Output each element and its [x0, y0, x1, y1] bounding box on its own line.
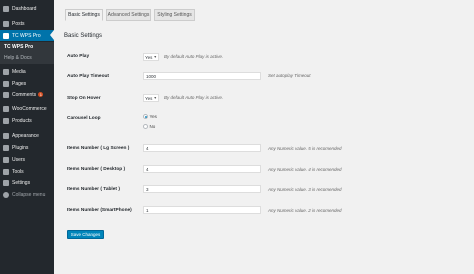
carousel-loop-yes-option[interactable]: Yes	[143, 114, 157, 119]
sidebar-item-comments[interactable]: Comments 1	[0, 89, 54, 100]
items-desktop-hint: Any Numeric value. 4 is recomended	[268, 167, 342, 172]
sidebar-item-products[interactable]: Products	[0, 115, 54, 126]
auto-play-timeout-label: Auto Play Timeout	[67, 74, 110, 79]
sidebar-item-users[interactable]: Users	[0, 154, 54, 165]
admin-sidebar: Dashboard Posts TC WPS Pro TC WPS Pro He…	[0, 0, 54, 274]
sidebar-item-woocommerce[interactable]: WooCommerce	[0, 103, 54, 114]
save-changes-button[interactable]: Save Changes	[67, 230, 104, 239]
carousel-loop-no-option[interactable]: No	[143, 124, 155, 129]
submenu-item-tc-wps-pro[interactable]: TC WPS Pro	[4, 44, 33, 50]
auto-play-timeout-input[interactable]: 1000	[143, 72, 261, 80]
sidebar-item-settings[interactable]: Settings	[0, 177, 54, 188]
stop-on-hover-label: Stop On Hover	[67, 96, 101, 101]
sidebar-item-pages[interactable]: Pages	[0, 78, 54, 89]
plugin-icon	[3, 144, 9, 151]
sidebar-item-media[interactable]: Media	[0, 66, 54, 77]
sidebar-item-tc-wps-pro[interactable]: TC WPS Pro	[0, 30, 54, 41]
media-icon	[3, 68, 9, 75]
items-desktop-label: Items Number ( Desktop )	[67, 167, 126, 172]
comment-icon	[3, 91, 9, 98]
collapse-menu-button[interactable]: Collapse menu	[0, 189, 54, 200]
paintbrush-icon	[3, 132, 9, 139]
tab-basic-settings[interactable]: Basic Settings	[65, 9, 103, 21]
items-lg-screen-input[interactable]: 4	[143, 144, 261, 152]
slider-icon	[3, 32, 9, 39]
auto-play-hint: By default Auto Play is active.	[164, 54, 224, 59]
product-icon	[3, 117, 9, 124]
auto-play-label: Auto Play	[67, 54, 90, 59]
chevron-down-icon: ▼	[153, 55, 157, 59]
tab-advanced-settings[interactable]: Advanced Settings	[106, 9, 151, 21]
dashboard-icon	[3, 5, 9, 12]
collapse-icon	[3, 191, 9, 198]
items-tablet-input[interactable]: 3	[143, 185, 261, 193]
sidebar-item-appearance[interactable]: Appearance	[0, 130, 54, 141]
sidebar-item-plugins[interactable]: Plugins	[0, 142, 54, 153]
submenu-item-help-docs[interactable]: Help & Docs	[4, 55, 32, 61]
pushpin-icon	[3, 20, 9, 27]
radio-no[interactable]	[143, 124, 148, 129]
items-smartphone-hint: Any Numeric value. 2 is recomended	[268, 208, 342, 213]
sidebar-item-posts[interactable]: Posts	[0, 18, 54, 29]
sidebar-item-tools[interactable]: Tools	[0, 166, 54, 177]
stop-on-hover-select[interactable]: Yes ▼	[143, 94, 159, 102]
section-title: Basic Settings	[64, 33, 103, 39]
items-lg-screen-hint: Any Numeric value. 5 is recomended	[268, 146, 342, 151]
woocommerce-icon	[3, 105, 9, 112]
current-menu-arrow	[50, 30, 54, 40]
radio-yes[interactable]	[143, 114, 148, 119]
radio-selected-dot	[144, 115, 147, 118]
sidebar-item-dashboard[interactable]: Dashboard	[0, 3, 54, 14]
items-tablet-hint: Any Numeric value. 3 is recomended	[268, 187, 342, 192]
page-icon	[3, 80, 9, 87]
items-desktop-input[interactable]: 4	[143, 165, 261, 173]
auto-play-select[interactable]: Yes ▼	[143, 53, 159, 61]
chevron-down-icon: ▼	[153, 96, 157, 100]
carousel-loop-label: Carousel Loop	[67, 116, 101, 121]
items-tablet-label: Items Number ( Tablet )	[67, 187, 120, 192]
items-lg-screen-label: Items Number ( Lg Screen )	[67, 146, 130, 151]
tab-styling-settings[interactable]: Styling Settings	[154, 9, 195, 21]
footer-area	[54, 263, 474, 274]
wrench-icon	[3, 168, 9, 175]
user-icon	[3, 156, 9, 163]
comments-count-badge: 1	[38, 92, 44, 97]
settings-icon	[3, 179, 9, 186]
items-smartphone-input[interactable]: 1	[143, 206, 261, 214]
stop-on-hover-hint: By default Auto Play is active.	[164, 95, 224, 100]
auto-play-timeout-hint: Set autoplay Timeout	[268, 73, 311, 78]
items-smartphone-label: Items Number (SmartPhone)	[67, 208, 132, 213]
